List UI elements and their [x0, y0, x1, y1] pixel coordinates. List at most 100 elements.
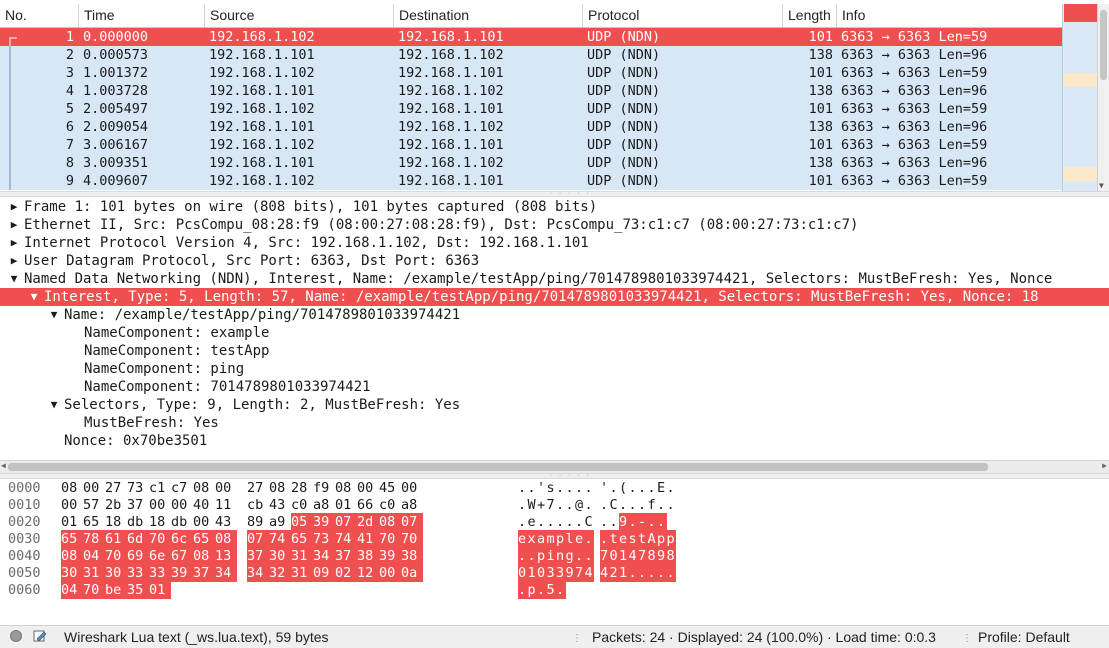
hex-byte[interactable]: 07 [401, 513, 423, 531]
hex-byte[interactable]: 66 [357, 496, 379, 514]
details-tree-item[interactable]: ▼ Interest, Type: 5, Length: 57, Name: /e… [0, 288, 1109, 306]
hex-byte[interactable]: 08 [215, 530, 237, 548]
details-tree-item[interactable]: NameComponent: testApp [0, 342, 1109, 360]
hex-byte[interactable]: 08 [335, 479, 357, 497]
edit-comment-icon[interactable] [33, 629, 47, 643]
hex-byte[interactable]: 70 [149, 530, 171, 548]
collapsed-arrow-icon[interactable]: ▶ [8, 234, 20, 252]
packet-row[interactable]: 5 2.005497 192.168.1.102 192.168.1.101 UDP (… [0, 100, 1062, 118]
hex-byte[interactable]: 08 [61, 547, 83, 565]
hex-byte[interactable]: 65 [193, 530, 215, 548]
expanded-arrow-icon[interactable]: ▼ [28, 288, 40, 306]
details-tree-item[interactable]: NameComponent: 7014789801033974421 [0, 378, 1109, 396]
hex-byte[interactable]: 6c [171, 530, 193, 548]
hex-byte[interactable]: 08 [269, 479, 291, 497]
hex-byte[interactable]: 33 [127, 564, 149, 582]
pane-splitter-top[interactable]: · · · · · [0, 191, 1109, 197]
hex-byte[interactable]: 73 [313, 530, 335, 548]
hex-byte[interactable]: c0 [379, 496, 401, 514]
details-tree-item[interactable]: ▼ Name: /example/testApp/ping/70147898010… [0, 306, 1109, 324]
hex-byte[interactable]: 2d [357, 513, 379, 531]
hex-byte[interactable]: 32 [269, 564, 291, 582]
column-header-length[interactable]: Length [783, 4, 837, 27]
packet-list-minimap[interactable] [1062, 4, 1098, 191]
column-header-destination[interactable]: Destination [394, 4, 583, 27]
packet-row[interactable]: 9 4.009607 192.168.1.102 192.168.1.101 UDP (… [0, 172, 1062, 190]
hex-byte[interactable]: 00 [193, 513, 215, 531]
hex-byte[interactable]: 05 [291, 513, 313, 531]
hex-byte[interactable]: 43 [215, 513, 237, 531]
hex-byte[interactable]: 57 [83, 496, 105, 514]
hex-byte[interactable]: 70 [401, 530, 423, 548]
details-tree-item[interactable]: Nonce: 0x70be3501 [0, 432, 1109, 450]
hex-byte[interactable]: 34 [247, 564, 269, 582]
expanded-arrow-icon[interactable]: ▼ [48, 306, 60, 324]
details-tree-item[interactable]: ▶ Internet Protocol Version 4, Src: 192.1… [0, 234, 1109, 252]
packet-list-pane[interactable]: No. Time Source Destination Protocol Len… [0, 0, 1109, 191]
hex-byte[interactable]: 08 [193, 547, 215, 565]
details-tree-item[interactable]: ▶ Ethernet II, Src: PcsCompu_08:28:f9 (08… [0, 216, 1109, 234]
hex-byte[interactable]: 00 [83, 479, 105, 497]
expanded-arrow-icon[interactable]: ▼ [48, 396, 60, 414]
hex-byte[interactable]: 31 [83, 564, 105, 582]
hex-byte[interactable]: db [127, 513, 149, 531]
hex-byte[interactable]: a9 [269, 513, 291, 531]
hex-byte[interactable]: c1 [149, 479, 171, 497]
hex-byte[interactable]: 13 [215, 547, 237, 565]
packet-details-pane[interactable]: ▶ Frame 1: 101 bytes on wire (808 bits), … [0, 198, 1109, 460]
hex-byte[interactable]: c0 [291, 496, 313, 514]
hex-byte[interactable]: 00 [61, 496, 83, 514]
hex-byte[interactable]: 39 [379, 547, 401, 565]
hex-byte[interactable]: 70 [379, 530, 401, 548]
hex-byte[interactable]: 08 [61, 479, 83, 497]
hex-byte[interactable]: c7 [171, 479, 193, 497]
hex-byte[interactable]: 67 [171, 547, 193, 565]
packet-row[interactable]: 2 0.000573 192.168.1.101 192.168.1.102 UDP (… [0, 46, 1062, 64]
hex-byte[interactable]: be [105, 581, 127, 599]
hex-byte[interactable]: 37 [193, 564, 215, 582]
column-header-no[interactable]: No. [0, 4, 79, 27]
hex-byte[interactable]: 73 [127, 479, 149, 497]
details-tree-item[interactable]: ▼ Selectors, Type: 9, Length: 2, MustBeFr… [0, 396, 1109, 414]
hex-byte[interactable]: 2b [105, 496, 127, 514]
hex-byte[interactable]: 39 [171, 564, 193, 582]
hex-byte[interactable]: 37 [335, 547, 357, 565]
hex-byte[interactable]: 38 [357, 547, 379, 565]
details-tree-item[interactable]: ▶ User Datagram Protocol, Src Port: 6363,… [0, 252, 1109, 270]
collapsed-arrow-icon[interactable]: ▶ [8, 252, 20, 270]
hex-byte[interactable]: 27 [105, 479, 127, 497]
hex-byte[interactable]: 70 [105, 547, 127, 565]
hex-byte[interactable]: 02 [335, 564, 357, 582]
hex-byte[interactable]: 27 [247, 479, 269, 497]
scroll-down-arrow-icon[interactable]: ▼ [1099, 181, 1104, 190]
hex-byte[interactable]: 38 [401, 547, 423, 565]
packet-row[interactable]: 8 3.009351 192.168.1.101 192.168.1.102 UDP (… [0, 154, 1062, 172]
details-tree-item[interactable]: ▶ Frame 1: 101 bytes on wire (808 bits), … [0, 198, 1109, 216]
hex-byte[interactable]: 70 [83, 581, 105, 599]
hex-byte[interactable]: 6d [127, 530, 149, 548]
hex-byte[interactable]: 00 [149, 496, 171, 514]
scroll-right-arrow-icon[interactable]: ▶ [1102, 461, 1107, 470]
hex-byte[interactable]: 07 [247, 530, 269, 548]
hex-byte[interactable]: 74 [269, 530, 291, 548]
hex-byte[interactable]: 28 [291, 479, 313, 497]
collapsed-arrow-icon[interactable]: ▶ [8, 198, 20, 216]
hex-byte[interactable]: a8 [313, 496, 335, 514]
hex-byte[interactable]: 65 [83, 513, 105, 531]
hex-byte[interactable]: 31 [291, 547, 313, 565]
scrollbar-thumb[interactable] [8, 463, 988, 471]
hex-byte[interactable]: 30 [105, 564, 127, 582]
hex-byte[interactable]: 31 [291, 564, 313, 582]
hex-byte[interactable]: db [171, 513, 193, 531]
hex-byte[interactable]: 43 [269, 496, 291, 514]
hex-byte[interactable]: 41 [357, 530, 379, 548]
hex-byte[interactable]: 34 [215, 564, 237, 582]
hex-byte[interactable]: 65 [291, 530, 313, 548]
hex-byte[interactable]: 61 [105, 530, 127, 548]
hex-byte[interactable]: 0a [401, 564, 423, 582]
hex-byte[interactable]: 40 [193, 496, 215, 514]
packet-row[interactable]: 3 1.001372 192.168.1.102 192.168.1.101 UDP (… [0, 64, 1062, 82]
column-header-protocol[interactable]: Protocol [583, 4, 783, 27]
expanded-arrow-icon[interactable]: ▼ [8, 270, 20, 288]
expert-info-icon[interactable] [10, 630, 22, 642]
